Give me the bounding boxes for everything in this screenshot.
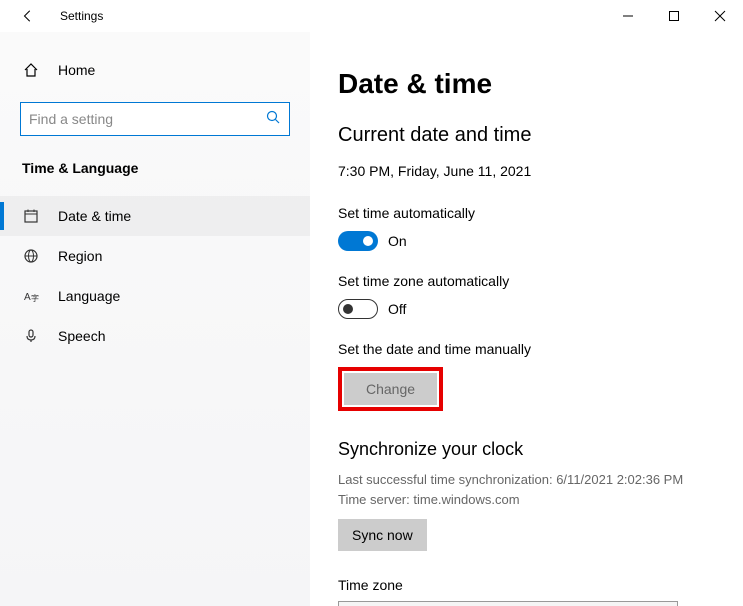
- set-tz-auto-label: Set time zone automatically: [338, 273, 715, 289]
- svg-text:A: A: [24, 292, 31, 303]
- manual-datetime-label: Set the date and time manually: [338, 341, 715, 357]
- window-controls: [605, 0, 743, 32]
- timezone-label: Time zone: [338, 577, 715, 593]
- settings-window: Settings Home: [0, 0, 743, 606]
- sync-last: Last successful time synchronization: 6/…: [338, 470, 715, 490]
- main-panel: Date & time Current date and time 7:30 P…: [310, 32, 743, 606]
- sidebar-item-label: Date & time: [58, 208, 131, 224]
- content-area: Home Time & Language Date & time Reg: [0, 32, 743, 606]
- minimize-button[interactable]: [605, 0, 651, 32]
- sidebar-item-region[interactable]: Region: [0, 236, 310, 276]
- sync-now-button[interactable]: Sync now: [338, 519, 427, 551]
- close-button[interactable]: [697, 0, 743, 32]
- home-icon: [22, 62, 40, 78]
- sidebar-item-datetime[interactable]: Date & time: [0, 196, 310, 236]
- svg-text:字: 字: [31, 293, 39, 303]
- section-title: Time & Language: [0, 160, 310, 176]
- home-label: Home: [58, 62, 95, 78]
- set-time-auto-toggle[interactable]: [338, 231, 378, 251]
- sidebar-item-speech[interactable]: Speech: [0, 316, 310, 356]
- back-button[interactable]: [16, 0, 40, 32]
- set-tz-auto-row: Off: [338, 299, 715, 319]
- maximize-button[interactable]: [651, 0, 697, 32]
- sidebar-item-label: Language: [58, 288, 120, 304]
- change-button[interactable]: Change: [344, 373, 437, 405]
- window-title: Settings: [60, 9, 103, 23]
- language-icon: A字: [22, 288, 40, 304]
- current-datetime-value: 7:30 PM, Friday, June 11, 2021: [338, 163, 715, 179]
- sidebar-item-label: Speech: [58, 328, 105, 344]
- microphone-icon: [22, 328, 40, 344]
- sidebar-item-label: Region: [58, 248, 102, 264]
- set-tz-auto-toggle[interactable]: [338, 299, 378, 319]
- globe-icon: [22, 248, 40, 264]
- home-nav[interactable]: Home: [0, 56, 310, 84]
- sync-heading: Synchronize your clock: [338, 439, 715, 460]
- sync-server: Time server: time.windows.com: [338, 490, 715, 510]
- titlebar: Settings: [0, 0, 743, 32]
- set-time-auto-label: Set time automatically: [338, 205, 715, 221]
- datetime-icon: [22, 208, 40, 224]
- sync-info: Last successful time synchronization: 6/…: [338, 470, 715, 509]
- search-input[interactable]: [29, 111, 265, 127]
- sidebar: Home Time & Language Date & time Reg: [0, 32, 310, 606]
- timezone-select[interactable]: (UTC+05:30) Chennai, Kolkata, Mumbai, Ne…: [338, 601, 678, 606]
- page-title: Date & time: [338, 68, 715, 100]
- sidebar-item-language[interactable]: A字 Language: [0, 276, 310, 316]
- highlight-box: Change: [338, 367, 443, 411]
- set-time-auto-row: On: [338, 231, 715, 251]
- set-time-auto-state: On: [388, 233, 407, 249]
- search-icon: [265, 109, 281, 130]
- search-box[interactable]: [20, 102, 290, 136]
- set-tz-auto-state: Off: [388, 301, 406, 317]
- current-datetime-heading: Current date and time: [338, 124, 715, 147]
